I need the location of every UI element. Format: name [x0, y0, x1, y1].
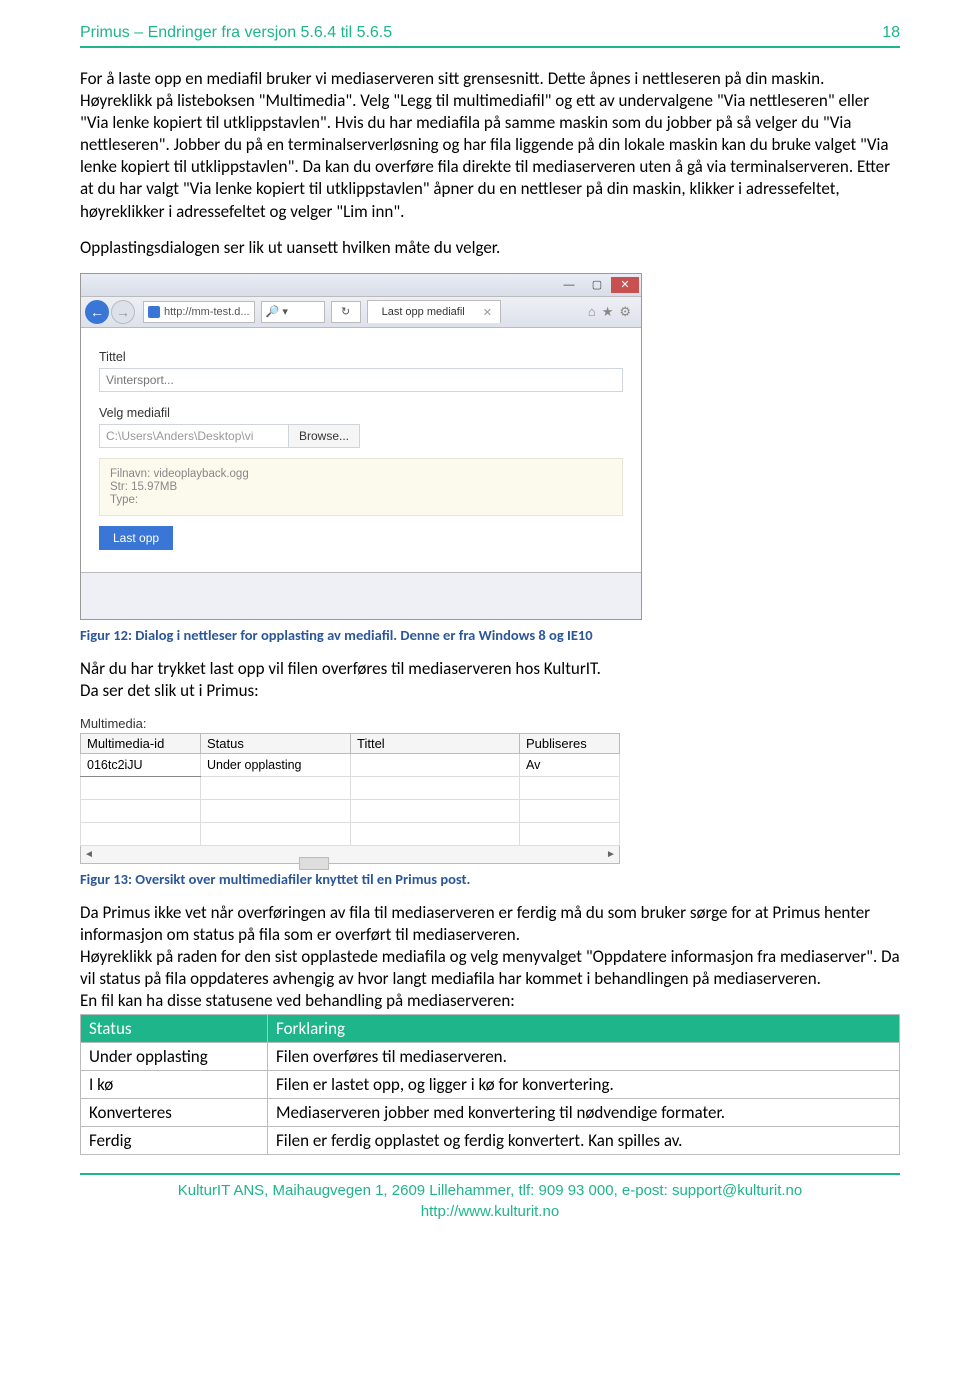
page-number: 18 — [882, 24, 900, 42]
scroll-left-icon[interactable]: ◄ — [81, 849, 97, 860]
figure-12-caption: Figur 12: Dialog i nettleser for opplast… — [80, 626, 900, 644]
status-head-status: Status — [81, 1015, 268, 1043]
table-row[interactable]: 016tc2iJU Under opplasting Av — [81, 753, 620, 776]
file-info-box: Filnavn: videoplayback.ogg Str: 15.97MB … — [99, 458, 623, 516]
cell-title — [351, 753, 520, 776]
col-publish[interactable]: Publiseres — [520, 733, 620, 753]
status-table: Status Forklaring Under opplastingFilen … — [80, 1014, 900, 1155]
footer-rule — [80, 1173, 900, 1175]
paragraph-5: Høyreklikk på raden for den sist opplast… — [80, 946, 900, 990]
minimize-icon[interactable]: — — [555, 277, 583, 293]
upload-button[interactable]: Last opp — [99, 526, 173, 550]
address-bar[interactable]: http://mm-test.d... — [143, 301, 255, 323]
filetype-line: Type: — [110, 494, 612, 506]
table-row[interactable] — [81, 822, 620, 845]
window-titlebar: — ▢ ✕ — [81, 274, 641, 297]
grid-title: Multimedia: — [80, 716, 620, 731]
url-text: http://mm-test.d... — [164, 306, 250, 318]
filename-line: Filnavn: videoplayback.ogg — [110, 468, 612, 480]
back-icon[interactable]: ← — [85, 300, 109, 324]
upload-form: Tittel Velg mediafil Browse... Filnavn: … — [81, 328, 641, 572]
favicon-icon — [148, 306, 160, 318]
header-rule — [80, 46, 900, 48]
close-icon[interactable]: ✕ — [611, 277, 639, 293]
scroll-thumb[interactable] — [299, 857, 329, 870]
table-row[interactable] — [81, 799, 620, 822]
footer-url[interactable]: http://www.kulturit.no — [80, 1202, 900, 1222]
forward-icon[interactable]: → — [111, 300, 135, 324]
browse-button[interactable]: Browse... — [289, 424, 360, 448]
title-input[interactable] — [99, 368, 623, 392]
table-row: Under opplastingFilen overføres til medi… — [81, 1043, 900, 1071]
browser-tab[interactable]: Last opp mediafil ✕ — [367, 300, 501, 323]
page-footer: KulturIT ANS, Maihaugvegen 1, 2609 Lille… — [80, 1181, 900, 1222]
home-icon[interactable]: ⌂ — [588, 304, 596, 320]
search-icon: 🔎 ▾ — [266, 305, 288, 318]
paragraph-6: En fil kan ha disse statusene ved behand… — [80, 990, 900, 1012]
maximize-icon[interactable]: ▢ — [583, 277, 611, 293]
col-id[interactable]: Multimedia-id — [81, 733, 201, 753]
paragraph-3a: Når du har trykket last opp vil filen ov… — [80, 658, 900, 680]
footer-text: KulturIT ANS, Maihaugvegen 1, 2609 Lille… — [178, 1182, 672, 1199]
paragraph-2: Opplastingsdialogen ser lik ut uansett h… — [80, 237, 900, 259]
paragraph-3b: Da ser det slik ut i Primus: — [80, 680, 900, 702]
cell-id: 016tc2iJU — [81, 753, 201, 776]
tab-label: Last opp mediafil — [382, 306, 465, 318]
figure-13-caption: Figur 13: Oversikt over multimediafiler … — [80, 870, 900, 888]
filesize-line: Str: 15.97MB — [110, 481, 612, 493]
multimedia-table: Multimedia-id Status Tittel Publiseres 0… — [80, 733, 620, 846]
file-path-input[interactable] — [99, 424, 289, 448]
paragraph-1: For å laste opp en mediafil bruker vi me… — [80, 68, 900, 223]
browser-toolbar: ← → http://mm-test.d... 🔎 ▾ ↻ Last opp m… — [81, 297, 641, 328]
table-row: I køFilen er lastet opp, og ligger i kø … — [81, 1071, 900, 1099]
paragraph-4: Da Primus ikke vet når overføringen av f… — [80, 902, 900, 946]
status-head-desc: Forklaring — [268, 1015, 900, 1043]
refresh-icon[interactable]: ↻ — [331, 301, 361, 323]
page-header: Primus – Endringer fra versjon 5.6.4 til… — [80, 24, 900, 42]
browser-screenshot: — ▢ ✕ ← → http://mm-test.d... 🔎 ▾ ↻ Last… — [80, 273, 642, 620]
tab-close-icon[interactable]: ✕ — [483, 306, 492, 319]
cell-publish: Av — [520, 753, 620, 776]
tools-icon[interactable]: ⚙ — [619, 304, 631, 320]
browser-footer — [81, 572, 641, 619]
table-row: KonverteresMediaserveren jobber med konv… — [81, 1099, 900, 1127]
favorites-icon[interactable]: ★ — [602, 304, 614, 320]
search-box[interactable]: 🔎 ▾ — [261, 301, 325, 323]
primus-grid-screenshot: Multimedia: Multimedia-id Status Tittel … — [80, 716, 620, 864]
footer-email-link[interactable]: support@kulturit.no — [672, 1182, 802, 1199]
col-title[interactable]: Tittel — [351, 733, 520, 753]
header-title: Primus – Endringer fra versjon 5.6.4 til… — [80, 24, 392, 42]
cell-status: Under opplasting — [201, 753, 351, 776]
table-row[interactable] — [81, 776, 620, 799]
col-status[interactable]: Status — [201, 733, 351, 753]
file-label: Velg mediafil — [99, 406, 623, 420]
horizontal-scrollbar[interactable]: ◄ ► — [80, 846, 620, 864]
table-row: FerdigFilen er ferdig opplastet og ferdi… — [81, 1127, 900, 1155]
title-label: Tittel — [99, 350, 623, 364]
scroll-right-icon[interactable]: ► — [603, 849, 619, 860]
